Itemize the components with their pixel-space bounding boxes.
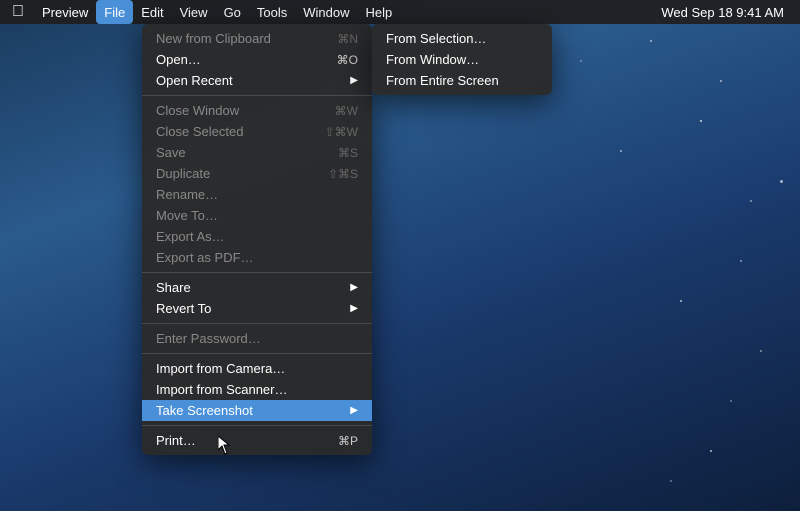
screenshot-submenu: From Selection… From Window… From Entire… (372, 24, 552, 95)
menu-import-scanner[interactable]: Import from Scanner… (142, 379, 372, 400)
menu-print[interactable]: Print… ⌘P (142, 430, 372, 451)
menubar-edit[interactable]: Edit (133, 0, 171, 24)
menubar-window[interactable]: Window (295, 0, 357, 24)
menu-close-window[interactable]: Close Window ⌘W (142, 100, 372, 121)
menu-enter-password[interactable]: Enter Password… (142, 328, 372, 349)
menu-from-window[interactable]: From Window… (372, 49, 552, 70)
submenu-arrow-icon: ▶ (350, 75, 358, 86)
submenu-arrow-icon: ▶ (350, 303, 358, 314)
menu-share[interactable]: Share ▶ (142, 277, 372, 298)
menu-duplicate[interactable]: Duplicate ⇧⌘S (142, 163, 372, 184)
menu-from-entire-screen[interactable]: From Entire Screen (372, 70, 552, 91)
menu-open-recent[interactable]: Open Recent ▶ (142, 70, 372, 91)
menu-move-to[interactable]: Move To… (142, 205, 372, 226)
menu-import-camera[interactable]: Import from Camera… (142, 358, 372, 379)
menubar-clock: Wed Sep 18 9:41 AM (653, 5, 792, 20)
menu-close-selected[interactable]: Close Selected ⇧⌘W (142, 121, 372, 142)
menu-from-selection[interactable]: From Selection… (372, 28, 552, 49)
menu-revert-to[interactable]: Revert To ▶ (142, 298, 372, 319)
separator-4 (142, 353, 372, 354)
menu-export-as[interactable]: Export As… (142, 226, 372, 247)
menubar:  Preview File Edit View Go Tools Window… (0, 0, 800, 24)
menubar-file[interactable]: File (96, 0, 133, 24)
menubar-help[interactable]: Help (358, 0, 401, 24)
apple-menu[interactable]:  (8, 0, 34, 24)
separator-1 (142, 95, 372, 96)
menu-rename[interactable]: Rename… (142, 184, 372, 205)
menubar-preview[interactable]: Preview (34, 0, 96, 24)
submenu-arrow-icon: ▶ (350, 282, 358, 293)
file-menu: New from Clipboard ⌘N Open… ⌘O Open Rece… (142, 24, 372, 455)
menu-open[interactable]: Open… ⌘O (142, 49, 372, 70)
submenu-arrow-icon: ▶ (350, 405, 358, 416)
separator-2 (142, 272, 372, 273)
menu-save[interactable]: Save ⌘S (142, 142, 372, 163)
menubar-go[interactable]: Go (216, 0, 249, 24)
menu-new-from-clipboard[interactable]: New from Clipboard ⌘N (142, 28, 372, 49)
menu-take-screenshot[interactable]: Take Screenshot ▶ (142, 400, 372, 421)
separator-3 (142, 323, 372, 324)
menubar-tools[interactable]: Tools (249, 0, 295, 24)
menu-export-pdf[interactable]: Export as PDF… (142, 247, 372, 268)
menubar-view[interactable]: View (172, 0, 216, 24)
separator-5 (142, 425, 372, 426)
